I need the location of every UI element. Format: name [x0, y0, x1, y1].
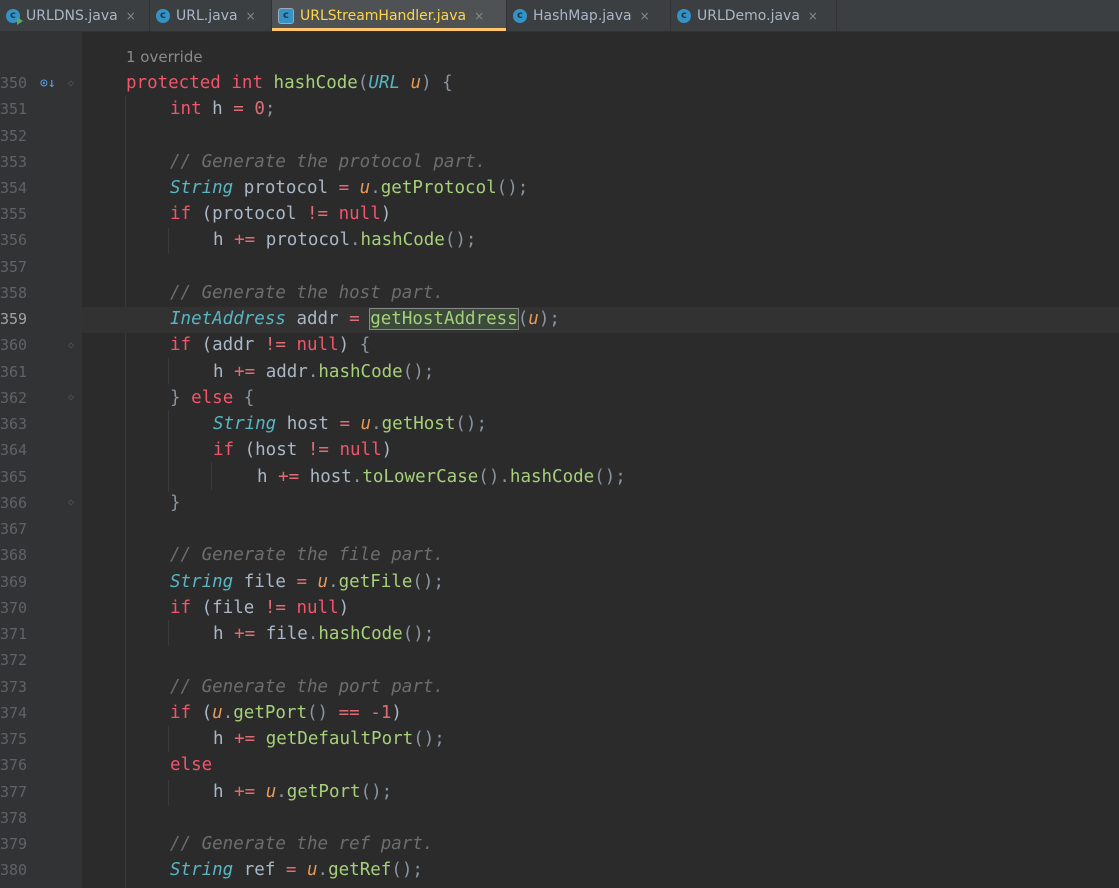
indent-guide: [168, 726, 169, 752]
line-number[interactable]: 375: [0, 726, 40, 752]
tab-urldns[interactable]: c URLDNS.java ×: [0, 0, 150, 31]
code-line: h += getDefaultPort();: [213, 729, 445, 749]
highlighted-symbol[interactable]: getHostAddress: [369, 308, 519, 330]
indent-guide: [168, 358, 169, 384]
line-number[interactable]: 369: [0, 569, 40, 595]
code-line: // Generate the file part.: [170, 545, 444, 565]
tab-label: URL.java: [176, 7, 238, 24]
code-line: if (host != null): [213, 440, 393, 460]
fold-marker-icon[interactable]: ◇: [68, 79, 78, 89]
indent-guide: [168, 410, 169, 492]
line-number[interactable]: 377: [0, 779, 40, 805]
code-line: if (u.getPort() == -1): [170, 703, 402, 723]
code-line: }: [170, 493, 181, 513]
java-class-icon: c: [677, 8, 691, 23]
line-number[interactable]: 379: [0, 831, 40, 857]
code-line: int h = 0;: [170, 99, 276, 119]
tab-url[interactable]: c URL.java ×: [150, 0, 272, 31]
tab-label: URLDemo.java: [697, 7, 800, 24]
code-line: h += host.toLowerCase().hashCode();: [257, 467, 626, 487]
code-line: if (file != null): [170, 598, 350, 618]
line-number[interactable]: 363: [0, 411, 40, 437]
code-line: // Generate the protocol part.: [170, 152, 487, 172]
tab-label: HashMap.java: [533, 7, 632, 24]
line-number[interactable]: 372: [0, 647, 40, 673]
code-line: String ref = u.getRef();: [170, 860, 423, 880]
indent-guide: [168, 228, 169, 254]
line-number[interactable]: 357: [0, 254, 40, 280]
line-number[interactable]: 380: [0, 857, 40, 883]
indent-guide: [168, 780, 169, 806]
code-line: String file = u.getFile();: [170, 572, 444, 592]
code-line: h += addr.hashCode();: [213, 362, 435, 382]
code-line: else: [170, 755, 213, 775]
code-line: // Generate the port part.: [170, 677, 444, 697]
line-number[interactable]: 370: [0, 595, 40, 621]
fold-marker-icon[interactable]: ◇: [68, 393, 78, 403]
line-number[interactable]: 368: [0, 542, 40, 568]
line-number[interactable]: 350: [0, 70, 40, 96]
override-marker-icon[interactable]: ⊙↓: [40, 76, 56, 91]
line-number[interactable]: 373: [0, 674, 40, 700]
code-line: h += u.getPort();: [213, 782, 393, 802]
fold-marker-icon[interactable]: ◇: [68, 498, 78, 508]
code-line: if (addr != null) {: [170, 335, 371, 355]
code-line: if (protocol != null): [170, 204, 392, 224]
line-number[interactable]: 360: [0, 332, 40, 358]
indent-guide: [211, 462, 212, 490]
code-line: String protocol = u.getProtocol();: [170, 178, 529, 198]
close-icon[interactable]: ×: [808, 9, 818, 23]
code-line: } else {: [170, 388, 255, 408]
code-line: InetAddress addr = getHostAddress(u);: [170, 308, 560, 330]
close-icon[interactable]: ×: [246, 9, 256, 23]
editor-tab-bar: c URLDNS.java × c URL.java × c URLStream…: [0, 0, 1119, 32]
close-icon[interactable]: ×: [640, 9, 650, 23]
line-number[interactable]: 378: [0, 805, 40, 831]
line-number[interactable]: 374: [0, 700, 40, 726]
close-icon[interactable]: ×: [126, 9, 136, 23]
line-number[interactable]: 365: [0, 464, 40, 490]
code-line: // Generate the host part.: [170, 283, 444, 303]
usages-hint[interactable]: 1 override: [126, 48, 203, 66]
line-number[interactable]: 359: [0, 306, 40, 332]
code-line: h += protocol.hashCode();: [213, 230, 477, 250]
code-line: String host = u.getHost();: [213, 414, 487, 434]
indent-guide: [168, 620, 169, 646]
tab-label: URLStreamHandler.java: [300, 7, 467, 24]
line-number[interactable]: 351: [0, 96, 40, 122]
indent-guide: [125, 96, 126, 888]
java-class-abstract-icon: c: [278, 7, 294, 24]
java-class-run-icon: c: [6, 8, 23, 25]
java-class-icon: c: [156, 8, 170, 23]
line-number[interactable]: 358: [0, 280, 40, 306]
code-line: // Generate the ref part.: [170, 834, 434, 854]
line-number[interactable]: 355: [0, 201, 40, 227]
close-icon[interactable]: ×: [474, 9, 484, 23]
line-number[interactable]: 376: [0, 752, 40, 778]
line-number[interactable]: 361: [0, 359, 40, 385]
tab-hashmap[interactable]: c HashMap.java ×: [507, 0, 671, 31]
line-number[interactable]: 352: [0, 123, 40, 149]
code-line: h += file.hashCode();: [213, 624, 435, 644]
line-number[interactable]: 366: [0, 490, 40, 516]
tab-urldemo[interactable]: c URLDemo.java ×: [671, 0, 837, 31]
tab-label: URLDNS.java: [26, 7, 118, 24]
code-line: protected int hashCode(URL u) {: [126, 73, 453, 93]
java-class-icon: c: [513, 8, 527, 23]
line-number[interactable]: 364: [0, 437, 40, 463]
line-number[interactable]: 354: [0, 175, 40, 201]
line-number[interactable]: 367: [0, 516, 40, 542]
line-number[interactable]: 362: [0, 385, 40, 411]
fold-marker-icon[interactable]: ◇: [68, 341, 78, 351]
line-number[interactable]: 353: [0, 149, 40, 175]
line-number[interactable]: 371: [0, 621, 40, 647]
line-number[interactable]: 356: [0, 227, 40, 253]
tab-urlstreamhandler[interactable]: c URLStreamHandler.java ×: [272, 0, 507, 31]
